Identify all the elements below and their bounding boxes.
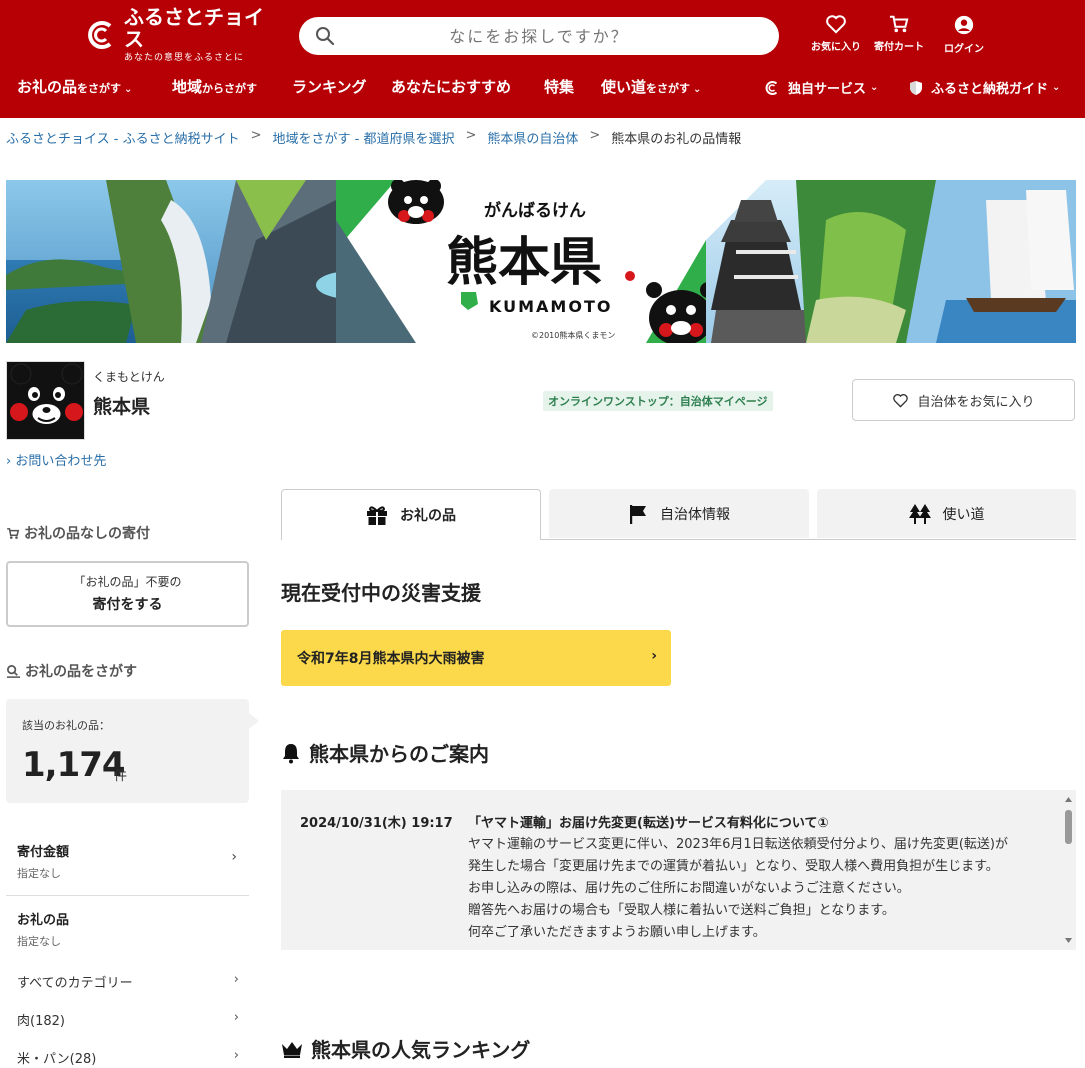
category-item[interactable]: 米・パン(28) › <box>17 1048 239 1067</box>
breadcrumb-separator: > <box>465 128 477 143</box>
search-icon[interactable] <box>315 26 335 46</box>
login-button[interactable]: ログイン <box>933 14 995 55</box>
cart-button[interactable]: 寄付カート <box>868 14 930 53</box>
heart-icon <box>826 15 846 34</box>
scrollbar-thumb[interactable] <box>1065 810 1072 844</box>
tab-gifts[interactable]: お礼の品 <box>281 489 541 540</box>
gift-search-heading: お礼の品をさがす <box>6 661 137 681</box>
banner-image: がんばるけん 熊本県 KUMAMOTO ©2010熊本県くまモン <box>6 180 1076 343</box>
chevron-right-icon: › <box>233 1048 239 1063</box>
nav-item-feature[interactable]: 特集 <box>544 76 574 97</box>
chevron-down-icon: ⌄ <box>870 82 879 93</box>
contact-link[interactable]: › お問い合わせ先 <box>6 450 106 469</box>
sidebar-divider <box>6 895 249 896</box>
breadcrumb-current: 熊本県のお礼の品情報 <box>611 132 742 147</box>
search-input[interactable] <box>299 17 779 55</box>
chevron-right-icon: › <box>6 454 12 469</box>
breadcrumb-link-home[interactable]: ふるさとチョイス - ふるさと納税サイト <box>6 128 240 147</box>
breadcrumb-separator: > <box>589 128 601 143</box>
shield-icon <box>910 80 922 95</box>
crown-icon <box>282 1041 302 1058</box>
notice-heading: 熊本県からのご案内 <box>281 738 489 767</box>
chevron-right-icon: › <box>233 972 239 987</box>
logo-name: ふるさとチョイス <box>124 5 264 51</box>
banner-catch: がんばるけん <box>484 200 586 221</box>
site-logo[interactable]: ふるさとチョイス あなたの意思をふるさとに <box>84 6 274 63</box>
gift-count-unit: 件 <box>114 769 128 784</box>
breadcrumb-link-region[interactable]: 地域をさがす - 都道府県を選択 <box>272 128 454 147</box>
login-label: ログイン <box>944 44 984 55</box>
site-header: ふるさとチョイス あなたの意思をふるさとに お気に入り 寄付カート ログイン <box>0 0 1085 118</box>
trees-icon <box>908 503 931 524</box>
cart-label: 寄付カート <box>874 42 924 53</box>
cart-icon <box>889 15 909 33</box>
chevron-right-icon: › <box>231 849 237 865</box>
gift-count-label: 該当のお礼の品： <box>22 719 110 732</box>
category-item[interactable]: すべてのカテゴリー › <box>17 972 239 991</box>
favorite-municipality-label: 自治体をお気に入り <box>917 394 1035 410</box>
nav-tax-guide[interactable]: ふるさと納税ガイド ⌄ <box>909 78 1060 97</box>
disaster-support-heading: 現在受付中の災害支援 <box>281 581 481 605</box>
disaster-support-button[interactable]: 令和7年8月熊本県内大雨被害 › <box>281 630 671 686</box>
tab-municipality-info[interactable]: 自治体情報 <box>549 489 809 538</box>
bell-icon <box>283 743 299 763</box>
filter-donation-amount[interactable]: 寄付金額 指定なし › <box>6 841 249 881</box>
breadcrumb: ふるさとチョイス - ふるさと納税サイト > 地域をさがす - 都道府県を選択 … <box>6 128 741 147</box>
cart-icon <box>7 527 20 539</box>
filter-gift-type: お礼の品 指定なし <box>17 913 70 948</box>
municipality-name: 熊本県 <box>93 396 151 418</box>
nav-item-gifts[interactable]: お礼の品 をさがす ⌄ <box>17 76 132 97</box>
notice-body: ヤマト運輸のサービス変更に伴い、2023年6月1日転送依頼受付分より、届け先変更… <box>468 837 1008 940</box>
nav-item-region[interactable]: 地域 からさがす <box>172 76 257 97</box>
user-icon <box>954 15 974 35</box>
notice-box[interactable]: 2024/10/31(木) 19:17 「ヤマト運輸」お届け先変更(転送)サービ… <box>281 790 1076 950</box>
logo-tagline: あなたの意思をふるさとに <box>124 53 245 63</box>
logo-mark-icon <box>765 80 778 95</box>
kumamon-image <box>7 362 84 439</box>
breadcrumb-link-municipality[interactable]: 熊本県の自治体 <box>487 128 578 147</box>
favorite-municipality-button[interactable]: 自治体をお気に入り <box>852 379 1075 421</box>
banner-roman: KUMAMOTO <box>489 297 612 316</box>
search-bar <box>299 17 779 55</box>
no-return-heading: お礼の品なしの寄付 <box>6 523 150 543</box>
municipality-avatar <box>6 361 85 440</box>
municipality-kana: くまもとけん <box>93 370 165 384</box>
nav-item-usage[interactable]: 使い道 をさがす ⌄ <box>601 76 701 97</box>
chevron-down-icon: ⌄ <box>1052 82 1061 93</box>
prefecture-banner: がんばるけん 熊本県 KUMAMOTO ©2010熊本県くまモン <box>6 180 1076 343</box>
ranking-heading: 熊本県の人気ランキング <box>281 1034 530 1063</box>
tab-usage[interactable]: 使い道 <box>817 489 1076 538</box>
chevron-right-icon: › <box>651 648 657 664</box>
gift-count-value: 1,174 <box>22 745 126 785</box>
logo-mark-icon <box>84 18 118 52</box>
notice-date: 2024/10/31(木) 19:17 <box>300 816 453 831</box>
gift-icon <box>367 506 387 525</box>
chevron-down-icon: ⌄ <box>693 84 702 95</box>
onestop-badge[interactable]: オンラインワンストップ：自治体マイページ <box>543 391 773 411</box>
banner-title: 熊本県 <box>446 233 602 293</box>
nav-original-service[interactable]: 独自サービス ⌄ <box>764 78 878 97</box>
count-box-pointer <box>249 713 259 729</box>
favorites-label: お気に入り <box>811 42 861 53</box>
gift-count-box: 該当のお礼の品： 1,174 件 <box>6 699 249 803</box>
search-list-icon <box>6 664 21 678</box>
flag-icon <box>630 504 646 524</box>
category-item[interactable]: 肉(182) › <box>17 1010 239 1029</box>
nav-item-recommend[interactable]: あなたにおすすめ <box>391 76 511 97</box>
breadcrumb-separator: > <box>250 128 262 143</box>
nav-item-ranking[interactable]: ランキング <box>292 76 367 97</box>
notice-scrollbar[interactable] <box>1064 794 1073 946</box>
favorites-button[interactable]: お気に入り <box>805 14 867 53</box>
notice-title: 「ヤマト運輸」お届け先変更(転送)サービス有料化について① <box>468 816 829 831</box>
chevron-down-icon: ⌄ <box>124 84 133 95</box>
global-nav: お礼の品 をさがす ⌄ 地域 からさがす ランキング あなたにおすすめ 特集 使い道を… <box>0 76 1085 104</box>
no-return-donation-button[interactable]: 「お礼の品」不要の 寄付をする <box>6 561 249 627</box>
banner-copyright: ©2010熊本県くまモン <box>531 330 615 340</box>
chevron-right-icon: › <box>233 1010 239 1025</box>
heart-icon <box>893 393 909 408</box>
